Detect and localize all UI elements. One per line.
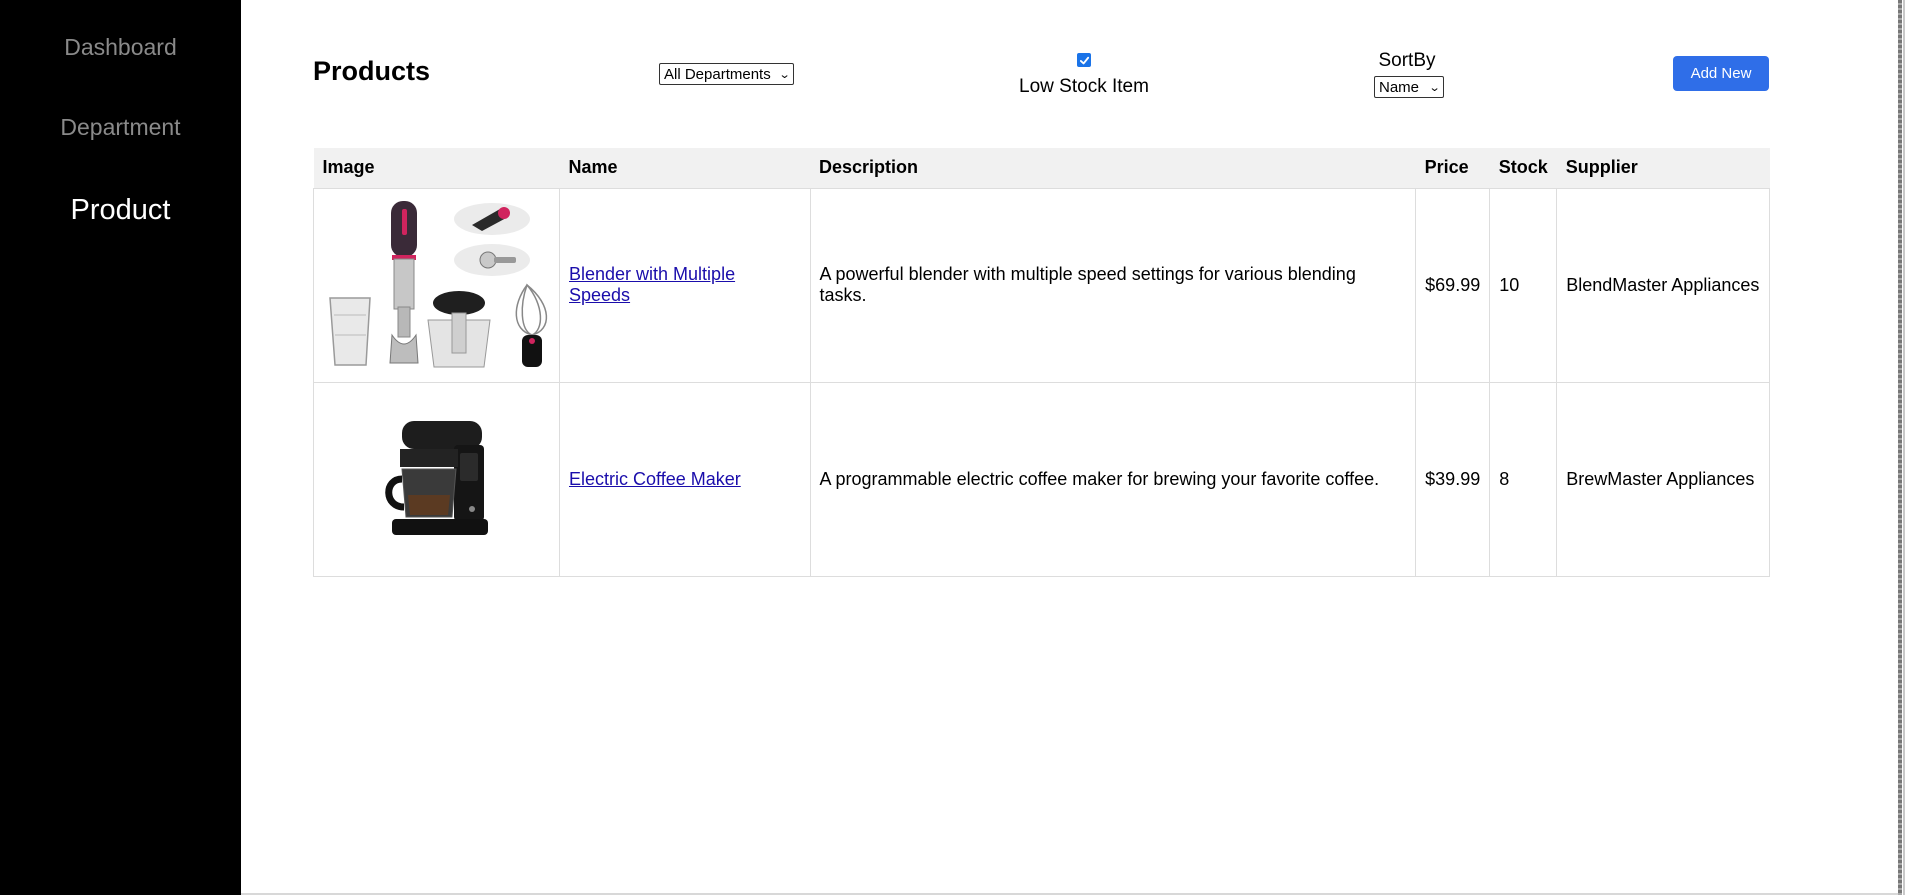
product-supplier-cell: BrewMaster Appliances (1556, 381, 1770, 577)
product-name-cell: Blender with Multiple Speeds (559, 187, 811, 383)
scrollbar-border (1903, 0, 1905, 895)
product-name-link[interactable]: Electric Coffee Maker (569, 469, 741, 489)
column-header-name: Name (559, 148, 811, 189)
checkmark-icon (1079, 56, 1089, 64)
sidebar: Dashboard Department Product (0, 0, 241, 895)
department-select-value: All Departments (664, 65, 771, 83)
department-select[interactable]: All Departments ⌄ (659, 63, 794, 85)
product-description-cell: A powerful blender with multiple speed s… (809, 187, 1417, 383)
sortby-label: SortBy (1378, 50, 1436, 71)
column-header-stock: Stock (1489, 148, 1557, 189)
window-scrollbar[interactable] (1898, 0, 1921, 895)
low-stock-label: Low Stock Item (1019, 76, 1149, 97)
product-image-cell (313, 381, 560, 577)
sort-select[interactable]: Name ⌄ (1374, 76, 1444, 98)
sidebar-item-product[interactable]: Product (0, 194, 241, 227)
column-header-supplier: Supplier (1556, 148, 1770, 189)
column-header-price: Price (1415, 148, 1490, 189)
table-row: Electric Coffee Maker A programmable ele… (313, 381, 1770, 577)
table-row: Blender with Multiple Speeds A powerful … (313, 187, 1770, 383)
products-table: Image Name Description Price Stock Suppl… (313, 148, 1770, 577)
product-price-cell: $39.99 (1415, 381, 1491, 577)
product-stock-cell: 10 (1489, 187, 1558, 383)
product-name-cell: Electric Coffee Maker (559, 381, 811, 577)
scrollbar-track[interactable] (1898, 0, 1902, 895)
product-name-link[interactable]: Blender with Multiple Speeds (569, 264, 735, 305)
table-header-row: Image Name Description Price Stock Suppl… (313, 148, 1770, 189)
blender-image (314, 189, 559, 382)
product-image-cell (313, 187, 560, 383)
sidebar-item-dashboard[interactable]: Dashboard (0, 34, 241, 61)
chevron-down-icon: ⌄ (778, 68, 791, 81)
product-price-cell: $69.99 (1415, 187, 1491, 383)
product-supplier-cell: BlendMaster Appliances (1556, 187, 1770, 383)
column-header-description: Description (810, 148, 1416, 189)
column-header-image: Image (313, 148, 560, 189)
product-description-cell: A programmable electric coffee maker for… (809, 381, 1417, 577)
page-title: Products (313, 56, 431, 86)
product-stock-cell: 8 (1489, 381, 1558, 577)
low-stock-checkbox[interactable] (1077, 53, 1091, 67)
add-new-button[interactable]: Add New (1673, 56, 1769, 91)
chevron-down-icon: ⌄ (1428, 81, 1441, 94)
sort-select-value: Name (1379, 78, 1420, 96)
sidebar-item-department[interactable]: Department (0, 114, 241, 141)
coffee-maker-image (314, 383, 559, 576)
